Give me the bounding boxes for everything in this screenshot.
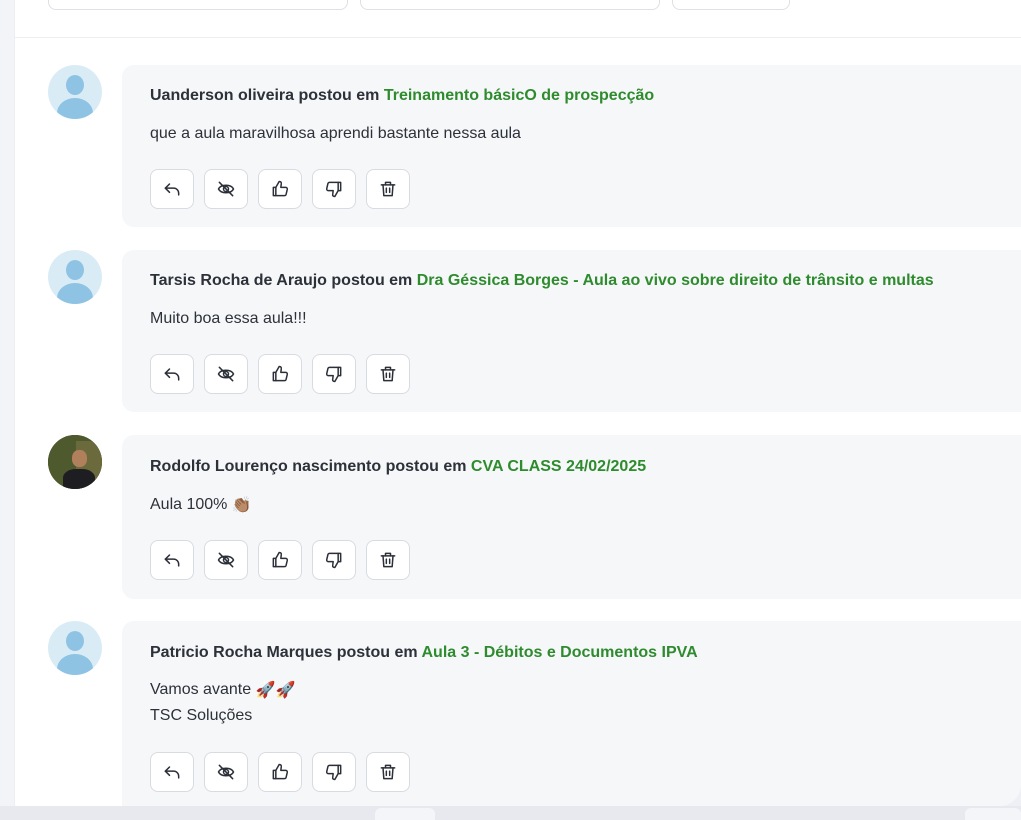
filter-select-1[interactable] — [48, 0, 348, 10]
thumbs-down-icon — [325, 552, 342, 569]
delete-button[interactable] — [366, 354, 410, 394]
reply-button[interactable] — [150, 354, 194, 394]
rocket-emoji: 🚀🚀 — [255, 682, 296, 699]
thumbs-down-icon — [325, 366, 342, 383]
posted-in-label: postou em — [298, 87, 380, 104]
lesson-link[interactable]: Aula 3 - Débitos e Documentos IPVA — [421, 644, 697, 661]
reply-button[interactable] — [150, 169, 194, 209]
posted-in-label: postou em — [336, 644, 418, 661]
thumbs-up-icon — [272, 180, 289, 197]
lesson-link[interactable]: CVA CLASS 24/02/2025 — [471, 458, 646, 475]
avatar — [48, 250, 102, 304]
filter-select-2[interactable] — [360, 0, 660, 10]
comment-text-content: Vamos avante — [150, 681, 252, 699]
comment-header: Tarsis Rocha de Araujo postou em Dra Gés… — [150, 272, 934, 290]
comment-card: Patricio Rocha Marques postou em Aula 3 … — [122, 621, 1021, 806]
comment-author: Rodolfo Lourenço nascimento — [150, 458, 382, 475]
lesson-link[interactable]: Treinamento básicO de prospecção — [384, 87, 654, 104]
avatar — [48, 65, 102, 119]
avatar — [48, 621, 102, 675]
reply-icon — [164, 554, 180, 567]
comment-text: Muito boa essa aula!!! — [150, 310, 307, 327]
comment-card: Tarsis Rocha de Araujo postou em Dra Gés… — [122, 250, 1021, 412]
hide-button[interactable] — [204, 169, 248, 209]
comment-text: que a aula maravilhosa aprendi bastante … — [150, 125, 521, 142]
bottom-tab — [965, 808, 1021, 820]
comment-text: Aula 100% 👏🏽 — [150, 495, 252, 515]
like-button[interactable] — [258, 752, 302, 792]
comment-text-content: Aula 100% — [150, 496, 228, 514]
filter-button[interactable] — [672, 0, 790, 10]
trash-icon — [380, 366, 396, 382]
trash-icon — [380, 181, 396, 197]
delete-button[interactable] — [366, 540, 410, 580]
reply-button[interactable] — [150, 540, 194, 580]
reply-icon — [164, 183, 180, 196]
comments-panel: Uanderson oliveira postou em Treinamento… — [0, 0, 1021, 806]
comment-text: Vamos avante 🚀🚀 — [150, 680, 295, 700]
hide-button[interactable] — [204, 354, 248, 394]
thumbs-up-icon — [272, 365, 289, 382]
clap-emoji: 👏🏽 — [231, 497, 252, 514]
comment-header: Rodolfo Lourenço nascimento postou em CV… — [150, 458, 646, 476]
comment-author: Uanderson oliveira — [150, 87, 295, 104]
dislike-button[interactable] — [312, 752, 356, 792]
trash-icon — [380, 764, 396, 780]
like-button[interactable] — [258, 540, 302, 580]
dislike-button[interactable] — [312, 169, 356, 209]
like-button[interactable] — [258, 169, 302, 209]
comment-card: Uanderson oliveira postou em Treinamento… — [122, 65, 1021, 227]
hide-button[interactable] — [204, 752, 248, 792]
comment-header: Patricio Rocha Marques postou em Aula 3 … — [150, 644, 698, 662]
eye-off-icon — [217, 764, 235, 780]
comment-text-line-2: TSC Soluções — [150, 707, 253, 724]
like-button[interactable] — [258, 354, 302, 394]
thumbs-down-icon — [325, 764, 342, 781]
left-rail — [0, 0, 15, 806]
posted-in-label: postou em — [331, 272, 413, 289]
comment-author: Patricio Rocha Marques — [150, 644, 333, 661]
avatar — [48, 435, 102, 489]
thumbs-down-icon — [325, 181, 342, 198]
reply-icon — [164, 368, 180, 381]
dislike-button[interactable] — [312, 354, 356, 394]
trash-icon — [380, 552, 396, 568]
bottom-strip — [0, 806, 1021, 820]
hide-button[interactable] — [204, 540, 248, 580]
comment-header: Uanderson oliveira postou em Treinamento… — [150, 87, 654, 105]
eye-off-icon — [217, 552, 235, 568]
reply-button[interactable] — [150, 752, 194, 792]
dislike-button[interactable] — [312, 540, 356, 580]
reply-icon — [164, 766, 180, 779]
thumbs-up-icon — [272, 763, 289, 780]
eye-off-icon — [217, 181, 235, 197]
comment-author: Tarsis Rocha de Araujo — [150, 272, 327, 289]
posted-in-label: postou em — [385, 458, 467, 475]
comment-card: Rodolfo Lourenço nascimento postou em CV… — [122, 435, 1021, 599]
delete-button[interactable] — [366, 752, 410, 792]
bottom-tab — [375, 808, 435, 820]
lesson-link[interactable]: Dra Géssica Borges - Aula ao vivo sobre … — [417, 272, 934, 289]
eye-off-icon — [217, 366, 235, 382]
divider — [14, 37, 1021, 38]
delete-button[interactable] — [366, 169, 410, 209]
thumbs-up-icon — [272, 551, 289, 568]
